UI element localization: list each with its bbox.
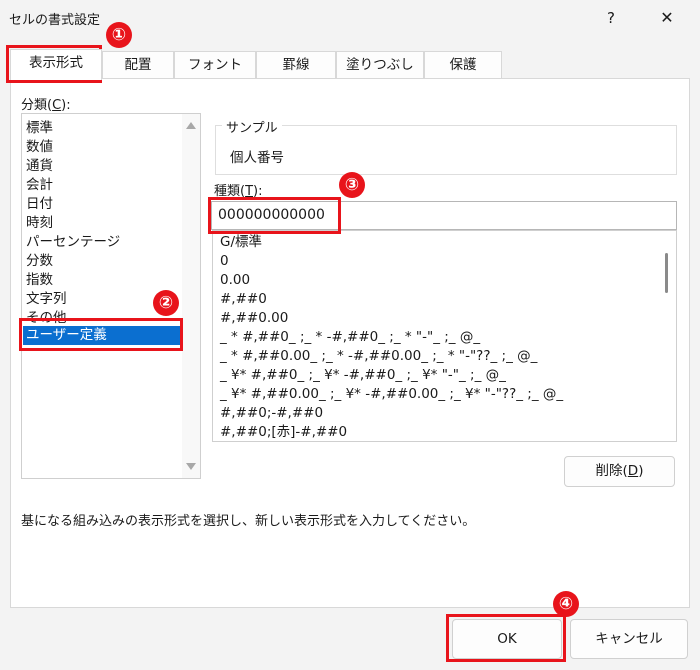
format-item[interactable]: _ * #,##0.00_ ;_ * -#,##0.00_ ;_ * "-"??… bbox=[220, 347, 537, 366]
tab-strip: 表示形式 配置 フォント 罫線 塗りつぶし 保護 bbox=[10, 49, 502, 80]
help-button[interactable]: ? bbox=[596, 4, 626, 32]
tab-font[interactable]: フォント bbox=[174, 51, 256, 79]
step-badge-3: ③ bbox=[339, 172, 365, 198]
category-item-percentage[interactable]: パーセンテージ bbox=[26, 233, 120, 252]
sample-label: サンプル bbox=[222, 117, 282, 136]
category-scrollbar[interactable] bbox=[182, 114, 200, 478]
category-item-accounting[interactable]: 会計 bbox=[26, 176, 53, 195]
scroll-thumb[interactable] bbox=[665, 253, 668, 293]
title-bar: セルの書式設定 ? ✕ bbox=[0, 0, 700, 36]
format-item[interactable]: _ ¥* #,##0_ ;_ ¥* -#,##0_ ;_ ¥* "-"_ ;_ … bbox=[220, 366, 506, 385]
format-item[interactable]: #,##0 bbox=[220, 290, 267, 309]
step-badge-1: ① bbox=[106, 22, 132, 48]
sample-value: 個人番号 bbox=[230, 150, 284, 166]
format-list[interactable]: G/標準 0 0.00 #,##0 #,##0.00 _ * #,##0_ ;_… bbox=[212, 230, 677, 442]
scroll-down-icon[interactable] bbox=[186, 463, 196, 470]
highlight-box-category bbox=[19, 318, 183, 351]
format-item[interactable]: 0 bbox=[220, 252, 229, 271]
format-scrollbar[interactable] bbox=[658, 231, 676, 441]
category-label: 分類(C): bbox=[21, 98, 71, 113]
format-item[interactable]: G/標準 bbox=[220, 233, 262, 252]
category-item-text[interactable]: 文字列 bbox=[26, 290, 67, 309]
category-item-date[interactable]: 日付 bbox=[26, 195, 53, 214]
tab-alignment[interactable]: 配置 bbox=[102, 51, 174, 79]
step-badge-4: ④ bbox=[553, 591, 579, 617]
category-item-number[interactable]: 数値 bbox=[26, 138, 53, 157]
highlight-box-ok bbox=[446, 614, 566, 662]
sample-group bbox=[215, 125, 677, 175]
close-button[interactable]: ✕ bbox=[652, 4, 682, 32]
category-item-currency[interactable]: 通貨 bbox=[26, 157, 53, 176]
category-item-general[interactable]: 標準 bbox=[26, 119, 53, 138]
category-item-scientific[interactable]: 指数 bbox=[26, 271, 53, 290]
format-item[interactable]: 0.00 bbox=[220, 271, 250, 290]
cancel-button[interactable]: キャンセル bbox=[570, 619, 688, 659]
highlight-box-type bbox=[208, 197, 341, 234]
category-item-fraction[interactable]: 分数 bbox=[26, 252, 53, 271]
delete-button[interactable]: 削除(D) bbox=[564, 456, 675, 487]
format-item[interactable]: _ * #,##0_ ;_ * -#,##0_ ;_ * "-"_ ;_ @_ bbox=[220, 328, 480, 347]
tab-number-format[interactable]: 表示形式 bbox=[10, 49, 102, 80]
format-item[interactable]: #,##0.00 bbox=[220, 309, 288, 328]
format-item[interactable]: #,##0;-#,##0 bbox=[220, 404, 323, 423]
tab-protection[interactable]: 保護 bbox=[424, 51, 502, 79]
format-item[interactable]: _ ¥* #,##0.00_ ;_ ¥* -#,##0.00_ ;_ ¥* "-… bbox=[220, 385, 563, 404]
dialog-title: セルの書式設定 bbox=[9, 13, 101, 28]
category-item-time[interactable]: 時刻 bbox=[26, 214, 53, 233]
step-badge-2: ② bbox=[153, 290, 179, 316]
scroll-up-icon[interactable] bbox=[186, 122, 196, 129]
tab-border[interactable]: 罫線 bbox=[256, 51, 336, 79]
tab-fill[interactable]: 塗りつぶし bbox=[336, 51, 424, 79]
format-item[interactable]: #,##0;[赤]-#,##0 bbox=[220, 423, 347, 441]
description-text: 基になる組み込みの表示形式を選択し、新しい表示形式を入力してください。 bbox=[21, 514, 476, 529]
